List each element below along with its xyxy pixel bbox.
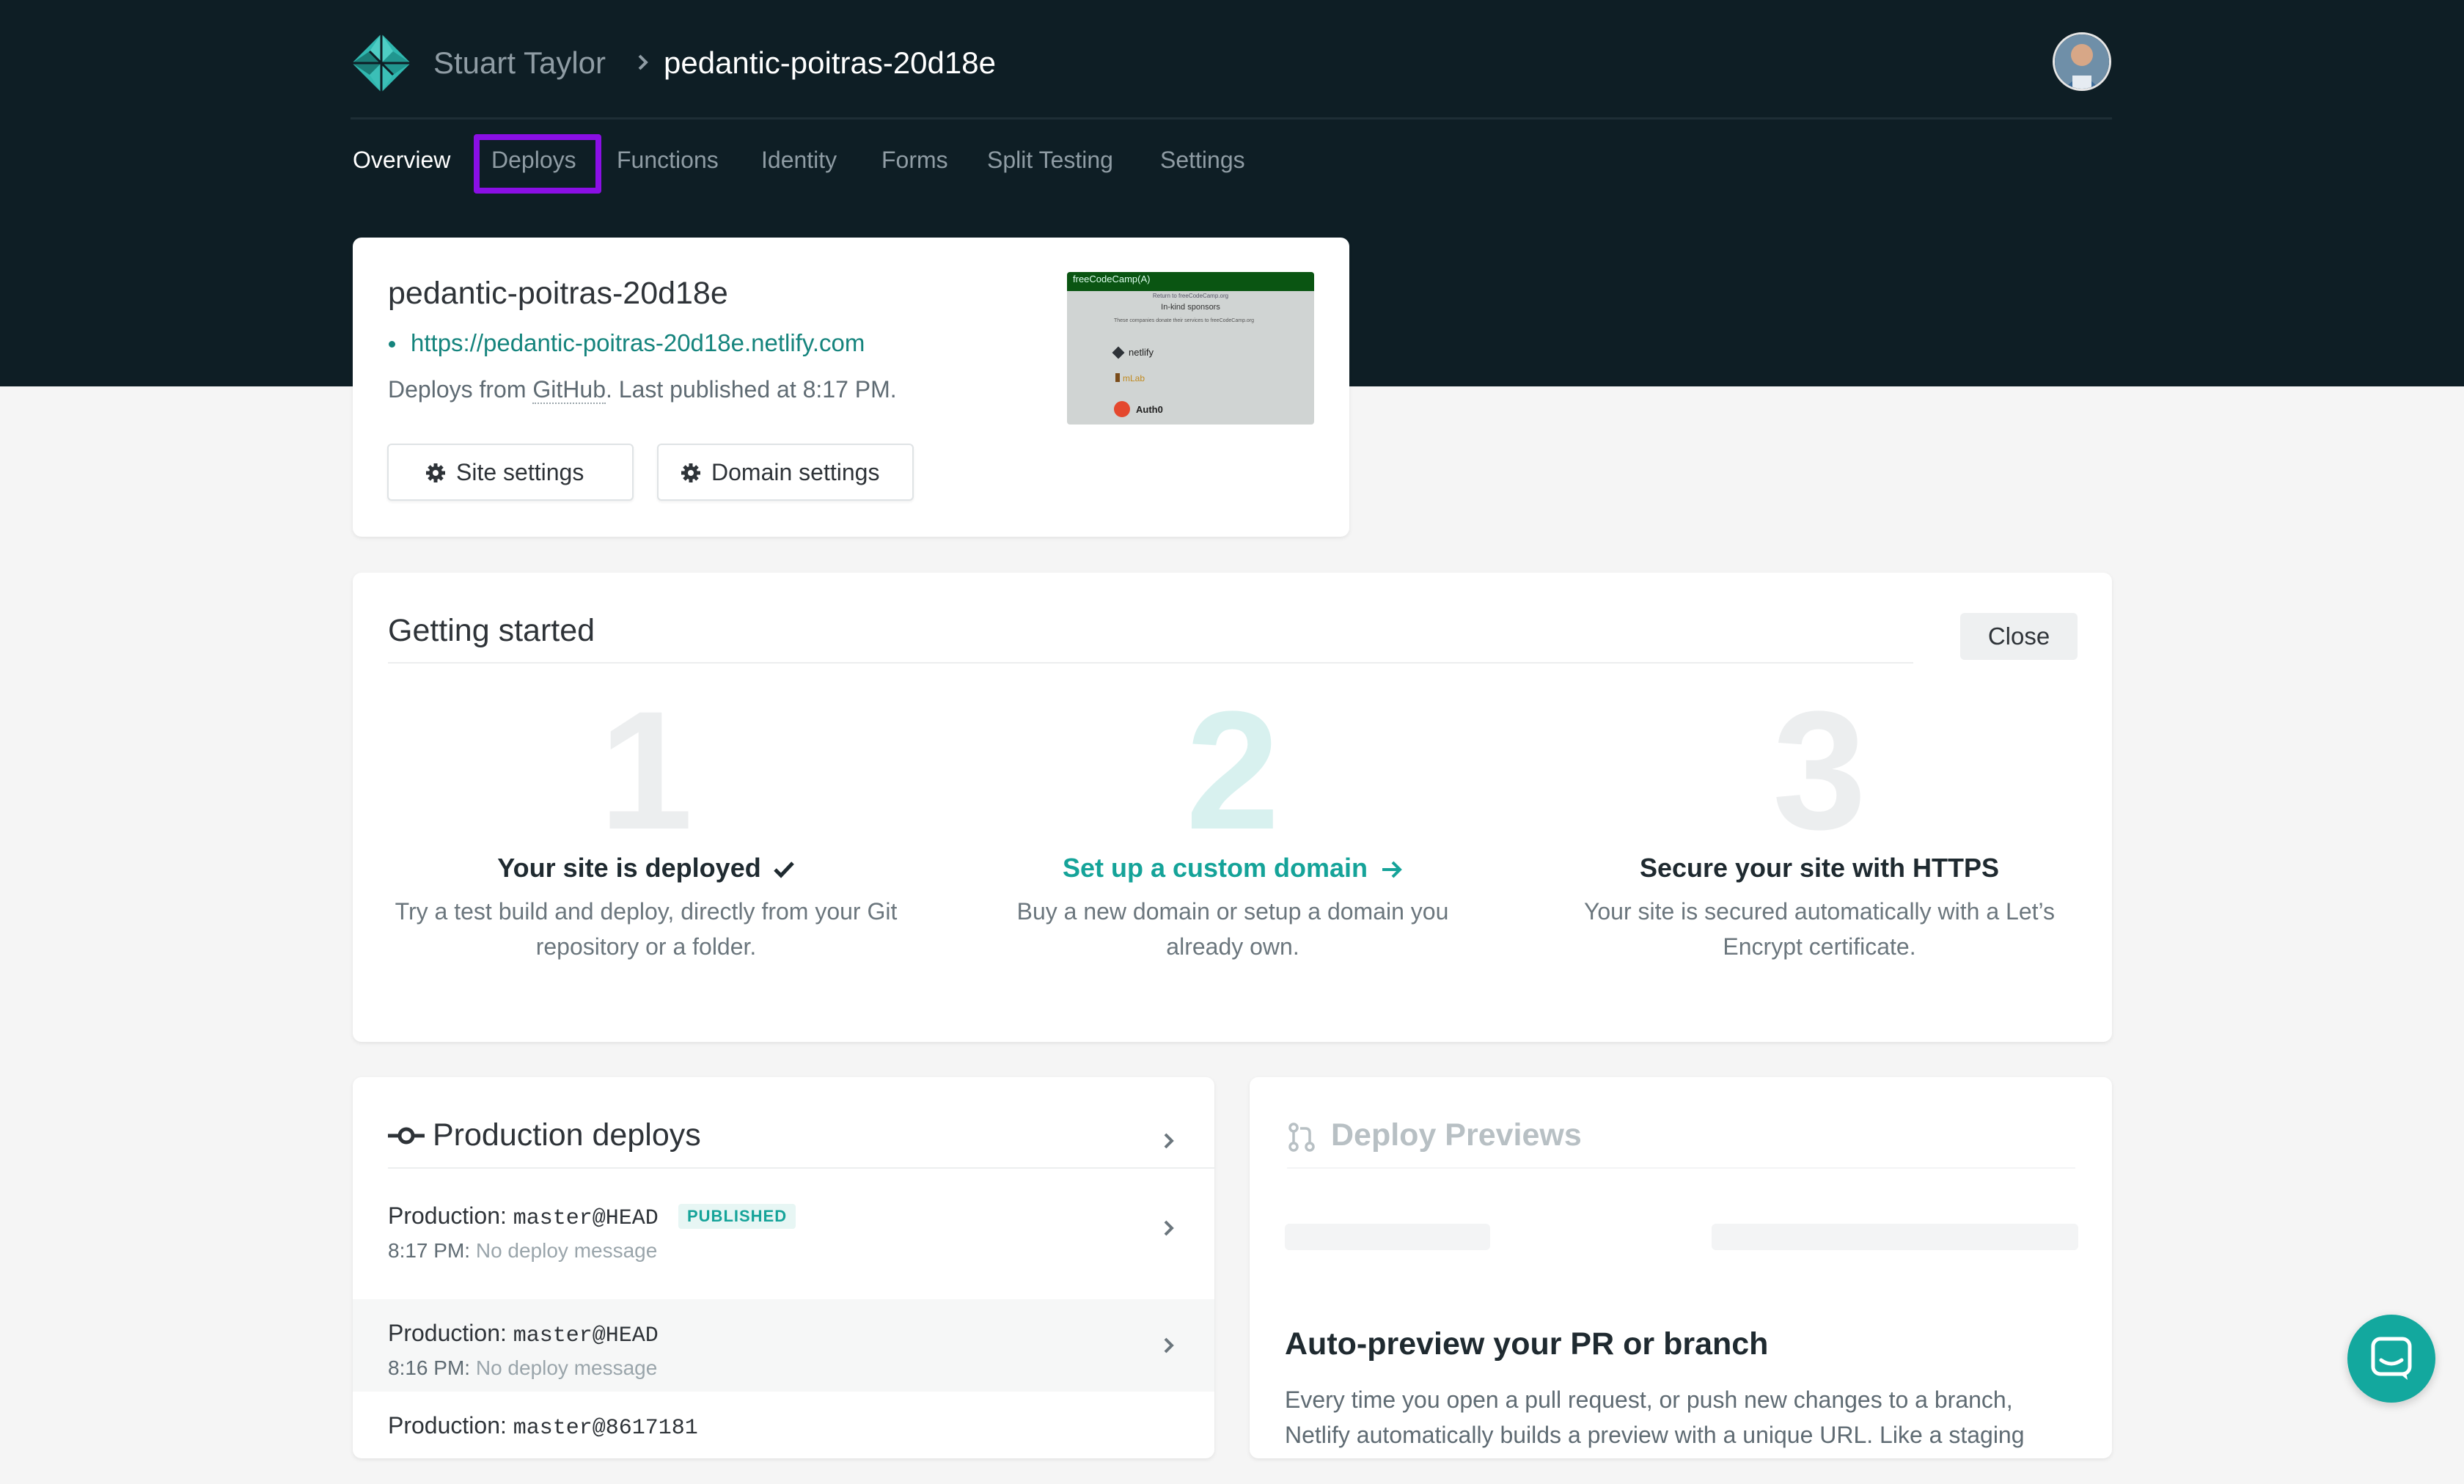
domain-settings-label: Domain settings (711, 458, 880, 485)
site-url-link[interactable]: https://pedantic-poitras-20d18e.netlify.… (411, 329, 865, 357)
site-settings-label: Site settings (456, 458, 584, 485)
step-description: Try a test build and deploy, directly fr… (395, 898, 898, 960)
getting-started-card: Getting started Close 1 Your site is dep… (353, 573, 2112, 1042)
divider (388, 1167, 1215, 1169)
production-deploys-title[interactable]: Production deploys (433, 1117, 701, 1153)
user-avatar-icon (2055, 34, 2109, 89)
tab-identity[interactable]: Identity (761, 147, 837, 174)
arrow-right-icon (1382, 862, 1402, 878)
deploy-message: No deploy message (475, 1239, 658, 1262)
site-overview-card: pedantic-poitras-20d18e https://pedantic… (353, 238, 1349, 537)
deploy-time: 8:16 PM: (388, 1356, 471, 1379)
tab-settings[interactable]: Settings (1160, 147, 1245, 174)
getting-started-title: Getting started (388, 613, 595, 648)
commit-icon (388, 1127, 425, 1145)
pull-request-icon (1288, 1123, 1315, 1152)
deploy-context: Production: (388, 1412, 513, 1439)
meta-suffix: . Last published at 8:17 PM. (605, 376, 897, 403)
set-up-custom-domain-link[interactable]: Set up a custom domain (939, 853, 1526, 884)
step-deployed: 1 Your site is deployed Try a test build… (353, 676, 939, 964)
site-settings-button[interactable]: Site settings (387, 444, 634, 501)
deploy-context: Production: (388, 1320, 513, 1346)
chevron-right-icon[interactable] (1158, 1130, 1180, 1152)
netlify-logo-icon[interactable] (351, 32, 412, 94)
thumbnail-sponsor-3: Auth0 (1136, 404, 1163, 415)
divider (1287, 1167, 2075, 1169)
deploys-highlight-box (474, 134, 601, 194)
chevron-right-icon (638, 54, 648, 70)
deploy-row[interactable]: Production: master@HEAD PUBLISHED 8:17 P… (353, 1182, 1214, 1274)
tab-overview[interactable]: Overview (353, 147, 450, 174)
deploy-row[interactable]: Production: master@8617181 (353, 1392, 1214, 1484)
header-divider (351, 117, 2112, 120)
auto-preview-heading: Auto-preview your PR or branch (1285, 1326, 1769, 1362)
thumbnail-sponsor-2: mLab (1123, 373, 1145, 383)
thumbnail-sponsor-1: netlify (1129, 347, 1154, 358)
deploy-ref: master@HEAD (513, 1206, 659, 1231)
chat-launcher-button[interactable] (2347, 1315, 2435, 1403)
breadcrumb-site[interactable]: pedantic-poitras-20d18e (664, 45, 996, 81)
auth0-sponsor-icon (1114, 401, 1130, 417)
step-custom-domain: 2 Set up a custom domain Buy a new domai… (939, 676, 1526, 964)
loading-placeholder (1285, 1224, 1490, 1250)
deploy-title: Production: master@8617181 (388, 1412, 698, 1441)
status-badge: PUBLISHED (678, 1204, 796, 1229)
netlify-sponsor-icon (1112, 346, 1125, 359)
checkmark-icon (773, 862, 794, 879)
site-screenshot-thumbnail[interactable]: freeCodeCamp(A) Return to freeCodeCamp.o… (1067, 272, 1314, 425)
deploy-row[interactable]: Production: master@HEAD 8:16 PM: No depl… (353, 1299, 1214, 1392)
tab-forms[interactable]: Forms (881, 147, 948, 174)
thumbnail-heading: In-kind sponsors (1161, 303, 1220, 312)
divider (388, 662, 1913, 664)
tab-functions[interactable]: Functions (617, 147, 719, 174)
deploy-title: Production: master@HEAD (388, 1320, 659, 1348)
step-description: Your site is secured automatically with … (1583, 898, 2056, 960)
avatar[interactable] (2053, 32, 2111, 91)
chevron-right-icon (1164, 1337, 1174, 1353)
deploy-previews-card: Deploy Previews Auto-preview your PR or … (1250, 1077, 2112, 1458)
meta-prefix: Deploys from (388, 376, 533, 403)
site-name: pedantic-poitras-20d18e (388, 276, 728, 311)
step-number: 3 (1772, 676, 1866, 864)
production-deploys-card: Production deploys Production: master@HE… (353, 1077, 1215, 1458)
step-number: 2 (1186, 676, 1280, 864)
step-number: 1 (599, 676, 693, 864)
deploy-title: Production: master@HEAD (388, 1202, 659, 1231)
deploy-time: 8:17 PM: (388, 1239, 471, 1262)
tab-split-testing[interactable]: Split Testing (987, 147, 1113, 174)
chat-icon (2371, 1337, 2412, 1380)
deploy-subtitle: 8:16 PM: No deploy message (388, 1356, 657, 1380)
status-dot (389, 341, 395, 348)
auto-preview-body: Every time you open a pull request, or p… (1285, 1386, 2025, 1448)
thumbnail-blurb: These companies donate their services to… (1114, 318, 1255, 323)
gear-icon (426, 463, 445, 482)
step-title-text: Set up a custom domain (1062, 853, 1368, 883)
deploy-context: Production: (388, 1202, 513, 1229)
mlab-sponsor-icon (1115, 373, 1120, 382)
step-title: Your site is deployed (353, 853, 939, 884)
step-https: 3 Secure your site with HTTPS Your site … (1526, 676, 2113, 964)
thumbnail-subheader: Return to freeCodeCamp.org (1152, 293, 1229, 299)
deploy-message: No deploy message (475, 1356, 658, 1379)
thumbnail-header-text: freeCodeCamp(A) (1073, 273, 1151, 284)
github-link[interactable]: GitHub (532, 376, 606, 404)
deploy-ref: master@HEAD (513, 1323, 659, 1348)
gear-icon (681, 463, 700, 482)
step-description: Buy a new domain or setup a domain you a… (1016, 898, 1449, 960)
site-deploy-meta: Deploys from GitHub. Last published at 8… (388, 376, 897, 404)
close-button[interactable]: Close (1960, 613, 2078, 660)
step-title-text: Your site is deployed (497, 853, 761, 883)
deploy-ref: master@8617181 (513, 1416, 698, 1441)
domain-settings-button[interactable]: Domain settings (657, 444, 914, 501)
loading-placeholder (1712, 1224, 2078, 1250)
chevron-right-icon (1164, 1220, 1174, 1236)
deploy-subtitle: 8:17 PM: No deploy message (388, 1239, 657, 1263)
step-title: Secure your site with HTTPS (1639, 853, 2000, 883)
breadcrumb-owner[interactable]: Stuart Taylor (433, 45, 606, 81)
deploy-previews-title: Deploy Previews (1331, 1117, 1582, 1153)
